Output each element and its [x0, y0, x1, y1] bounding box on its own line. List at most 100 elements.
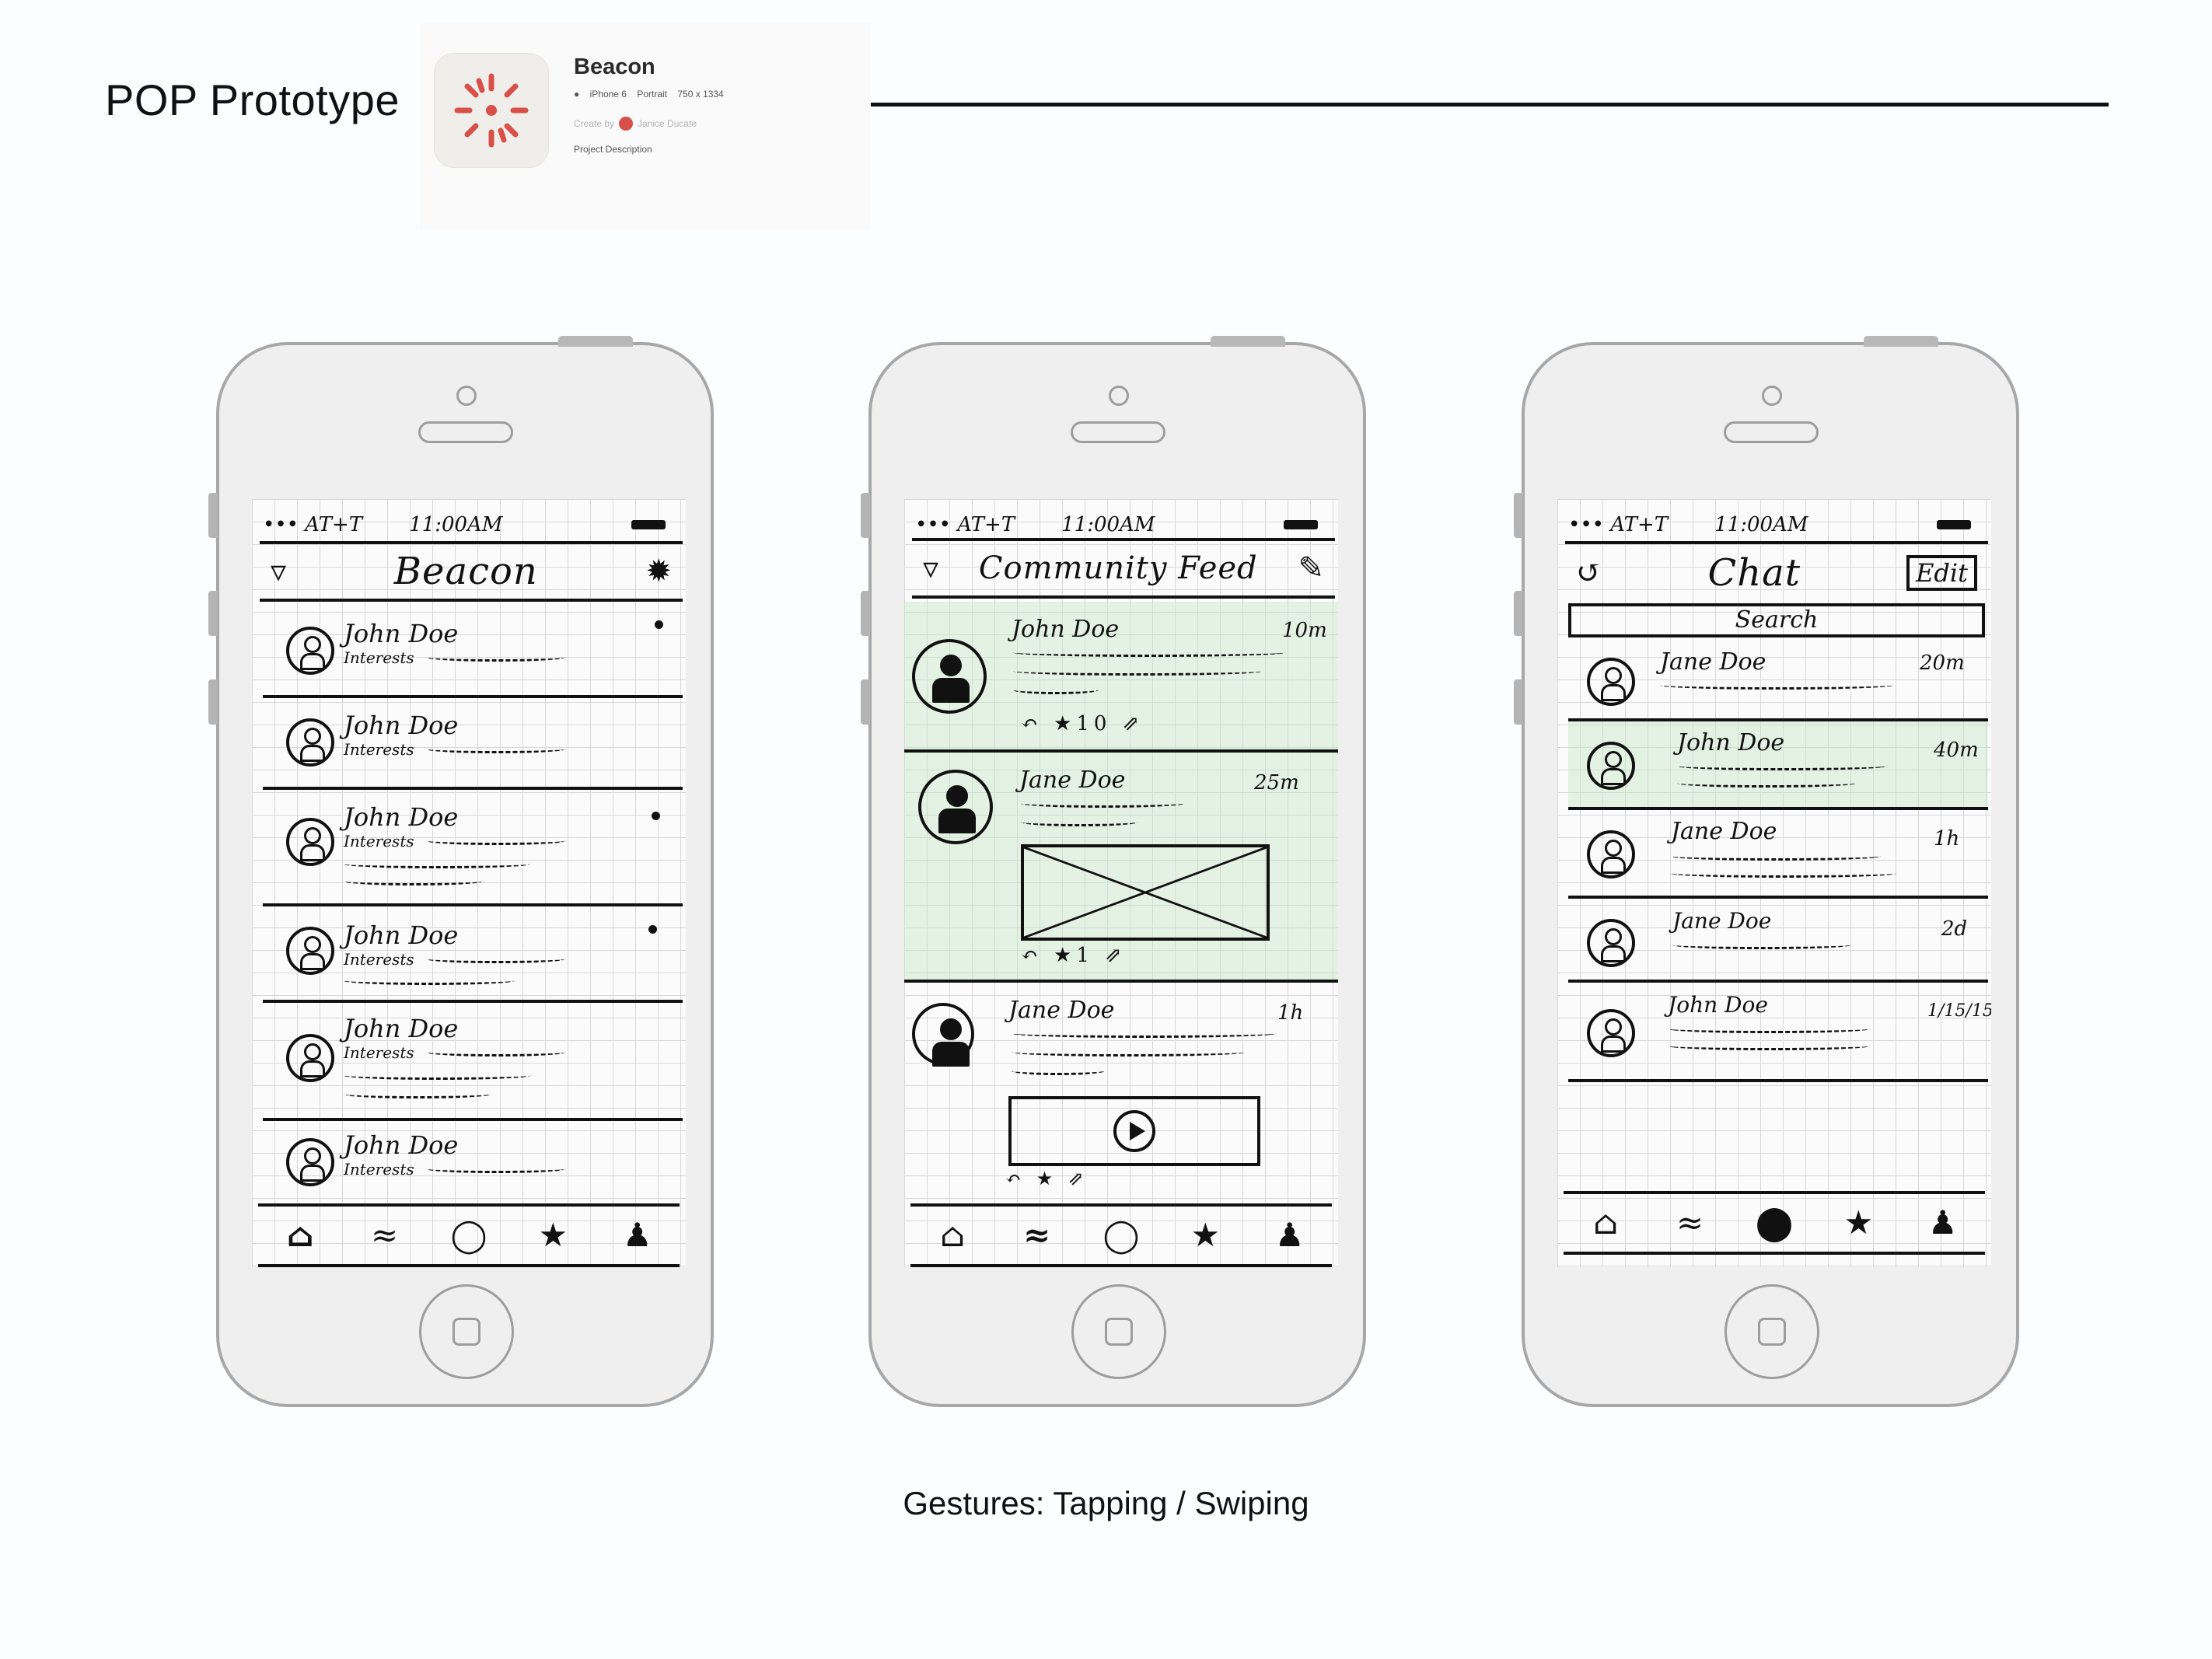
- post-time: 25m: [1254, 771, 1299, 795]
- avatar: [1587, 742, 1635, 790]
- chat-row[interactable]: Jane Doe 20m: [1568, 641, 1988, 721]
- chat-name: John Doe: [1668, 992, 1768, 1018]
- home-icon[interactable]: ⌂: [273, 1219, 327, 1252]
- text-placeholder: [426, 836, 566, 845]
- chat-icon[interactable]: ◯: [442, 1219, 496, 1252]
- filter-icon[interactable]: ▿: [271, 556, 286, 587]
- edit-button[interactable]: Edit: [1906, 555, 1977, 591]
- text-placeholder: [1012, 1048, 1245, 1057]
- mute-switch: [1514, 493, 1523, 538]
- gear-icon[interactable]: ✹: [645, 556, 672, 587]
- chat-name: John Doe: [1677, 729, 1785, 756]
- list-item-sub: Interests: [344, 1160, 414, 1179]
- list-item-name: John Doe: [344, 619, 459, 648]
- list-item-name: John Doe: [344, 802, 459, 832]
- creator-name: Janice Ducate: [638, 118, 697, 129]
- clock-label: 11:00AM: [409, 513, 503, 536]
- profile-icon[interactable]: ♟: [1263, 1219, 1317, 1252]
- screen-chat: ••• AT+T 11:00AM ↺ Chat Edit Search Jane…: [1557, 499, 1991, 1267]
- feed-icon[interactable]: ≈: [358, 1219, 412, 1252]
- orientation: Portrait: [637, 89, 667, 100]
- home-icon[interactable]: ⌂: [1578, 1207, 1633, 1239]
- star-icon[interactable]: ★: [526, 1219, 580, 1252]
- status-bar: ••• AT+T 11:00AM: [912, 510, 1330, 540]
- post-actions[interactable]: ↶ ★1 ⇗: [1021, 944, 1127, 967]
- feed-post[interactable]: Jane Doe 25m ↶ ★1 ⇗: [904, 753, 1338, 983]
- star-icon[interactable]: ★: [1178, 1219, 1232, 1252]
- list-item-sub: Interests: [344, 950, 414, 969]
- avatar: [1587, 1009, 1635, 1057]
- text-placeholder: [344, 1071, 530, 1080]
- chat-name: Jane Doe: [1671, 818, 1777, 845]
- volume-down-button: [1514, 679, 1523, 725]
- text-placeholder: [344, 860, 530, 868]
- carrier-label: ••• AT+T: [263, 513, 363, 536]
- text-placeholder: [344, 877, 484, 885]
- chat-name: Jane Doe: [1672, 908, 1772, 934]
- chat-time: 40m: [1934, 739, 1979, 762]
- phone-mockup-beacon: ••• AT+T 11:00AM ▿ Beacon ✹ John Doe Int…: [208, 336, 720, 1415]
- battery-icon: [1937, 520, 1971, 529]
- profile-icon[interactable]: ♟: [1916, 1207, 1970, 1239]
- chat-row[interactable]: John Doe 40m: [1568, 721, 1988, 810]
- list-item-name: John Doe: [344, 920, 459, 950]
- home-icon[interactable]: ⌂: [925, 1219, 980, 1252]
- avatar: [286, 718, 334, 767]
- clock-label: 11:00AM: [1714, 513, 1808, 536]
- profile-icon[interactable]: ♟: [610, 1219, 665, 1252]
- mute-switch: [861, 493, 870, 538]
- phone-frame: ••• AT+T 11:00AM ↺ Chat Edit Search Jane…: [1514, 336, 2019, 1407]
- app-icon[interactable]: [434, 53, 549, 168]
- list-item[interactable]: John Doe Interests: [263, 698, 683, 790]
- feed-icon[interactable]: ≈: [1010, 1219, 1064, 1252]
- power-button: [1864, 336, 1938, 347]
- unread-dot: [655, 620, 663, 629]
- text-placeholder: [426, 745, 566, 753]
- chat-icon[interactable]: ⬤: [1747, 1207, 1801, 1239]
- back-icon[interactable]: ↺: [1576, 557, 1602, 589]
- video-placeholder[interactable]: [1008, 1096, 1260, 1166]
- avatar: [286, 1138, 334, 1186]
- post-actions[interactable]: ↶ ★10 ⇗: [1021, 712, 1144, 735]
- project-description-link[interactable]: Project Description: [574, 144, 652, 155]
- phone-frame: ••• AT+T 11:00AM ▿ Community Feed ✎ John…: [861, 336, 1366, 1407]
- screen-beacon: ••• AT+T 11:00AM ▿ Beacon ✹ John Doe Int…: [252, 499, 686, 1267]
- play-icon[interactable]: [1113, 1110, 1155, 1152]
- avatar: [286, 927, 334, 975]
- home-button[interactable]: [1071, 1284, 1166, 1379]
- feed-post[interactable]: John Doe 10m ↶ ★10 ⇗: [904, 602, 1338, 753]
- list-item[interactable]: John Doe Interests: [263, 1121, 683, 1202]
- star-icon[interactable]: ★: [1831, 1207, 1885, 1239]
- image-placeholder[interactable]: [1021, 844, 1270, 941]
- list-item[interactable]: John Doe Interests: [263, 790, 683, 906]
- nav-bar: ▿ Community Feed ✎: [912, 538, 1335, 599]
- unread-dot: [652, 812, 660, 820]
- list-item[interactable]: John Doe Interests: [263, 605, 683, 698]
- list-item[interactable]: John Doe Interests: [263, 906, 683, 1003]
- resolution: 750 x 1334: [677, 89, 724, 100]
- chat-row[interactable]: Jane Doe 1h: [1568, 810, 1988, 899]
- text-placeholder: [1021, 799, 1184, 808]
- home-button[interactable]: [1725, 1284, 1819, 1379]
- project-card[interactable]: Beacon ● iPhone 6 Portrait 750 x 1334 Cr…: [420, 23, 871, 229]
- post-author: Jane Doe: [1019, 767, 1126, 794]
- list-item-name: John Doe: [344, 1130, 459, 1160]
- text-placeholder: [344, 976, 515, 985]
- clock-label: 11:00AM: [1061, 513, 1155, 536]
- chat-icon[interactable]: ◯: [1094, 1219, 1148, 1252]
- compose-icon[interactable]: ✎: [1298, 553, 1324, 584]
- post-actions[interactable]: ↶ ★ ⇗: [1005, 1168, 1089, 1189]
- filter-icon[interactable]: ▿: [923, 553, 938, 584]
- chat-row[interactable]: Jane Doe 2d: [1568, 899, 1988, 983]
- home-button[interactable]: [419, 1284, 514, 1379]
- nav-title: Beacon: [393, 550, 538, 593]
- volume-up-button: [1514, 591, 1523, 636]
- list-item[interactable]: John Doe Interests: [263, 1003, 683, 1121]
- search-input[interactable]: Search: [1568, 603, 1985, 637]
- carrier-label: ••• AT+T: [1568, 513, 1669, 536]
- text-placeholder: [1013, 648, 1285, 657]
- chat-row[interactable]: John Doe 1/15/15: [1568, 983, 1991, 1082]
- feed-icon[interactable]: ≈: [1663, 1207, 1718, 1239]
- nav-bar: ↺ Chat Edit: [1565, 541, 1988, 602]
- feed-post[interactable]: Jane Doe 1h ↶ ★ ⇗: [904, 983, 1338, 1208]
